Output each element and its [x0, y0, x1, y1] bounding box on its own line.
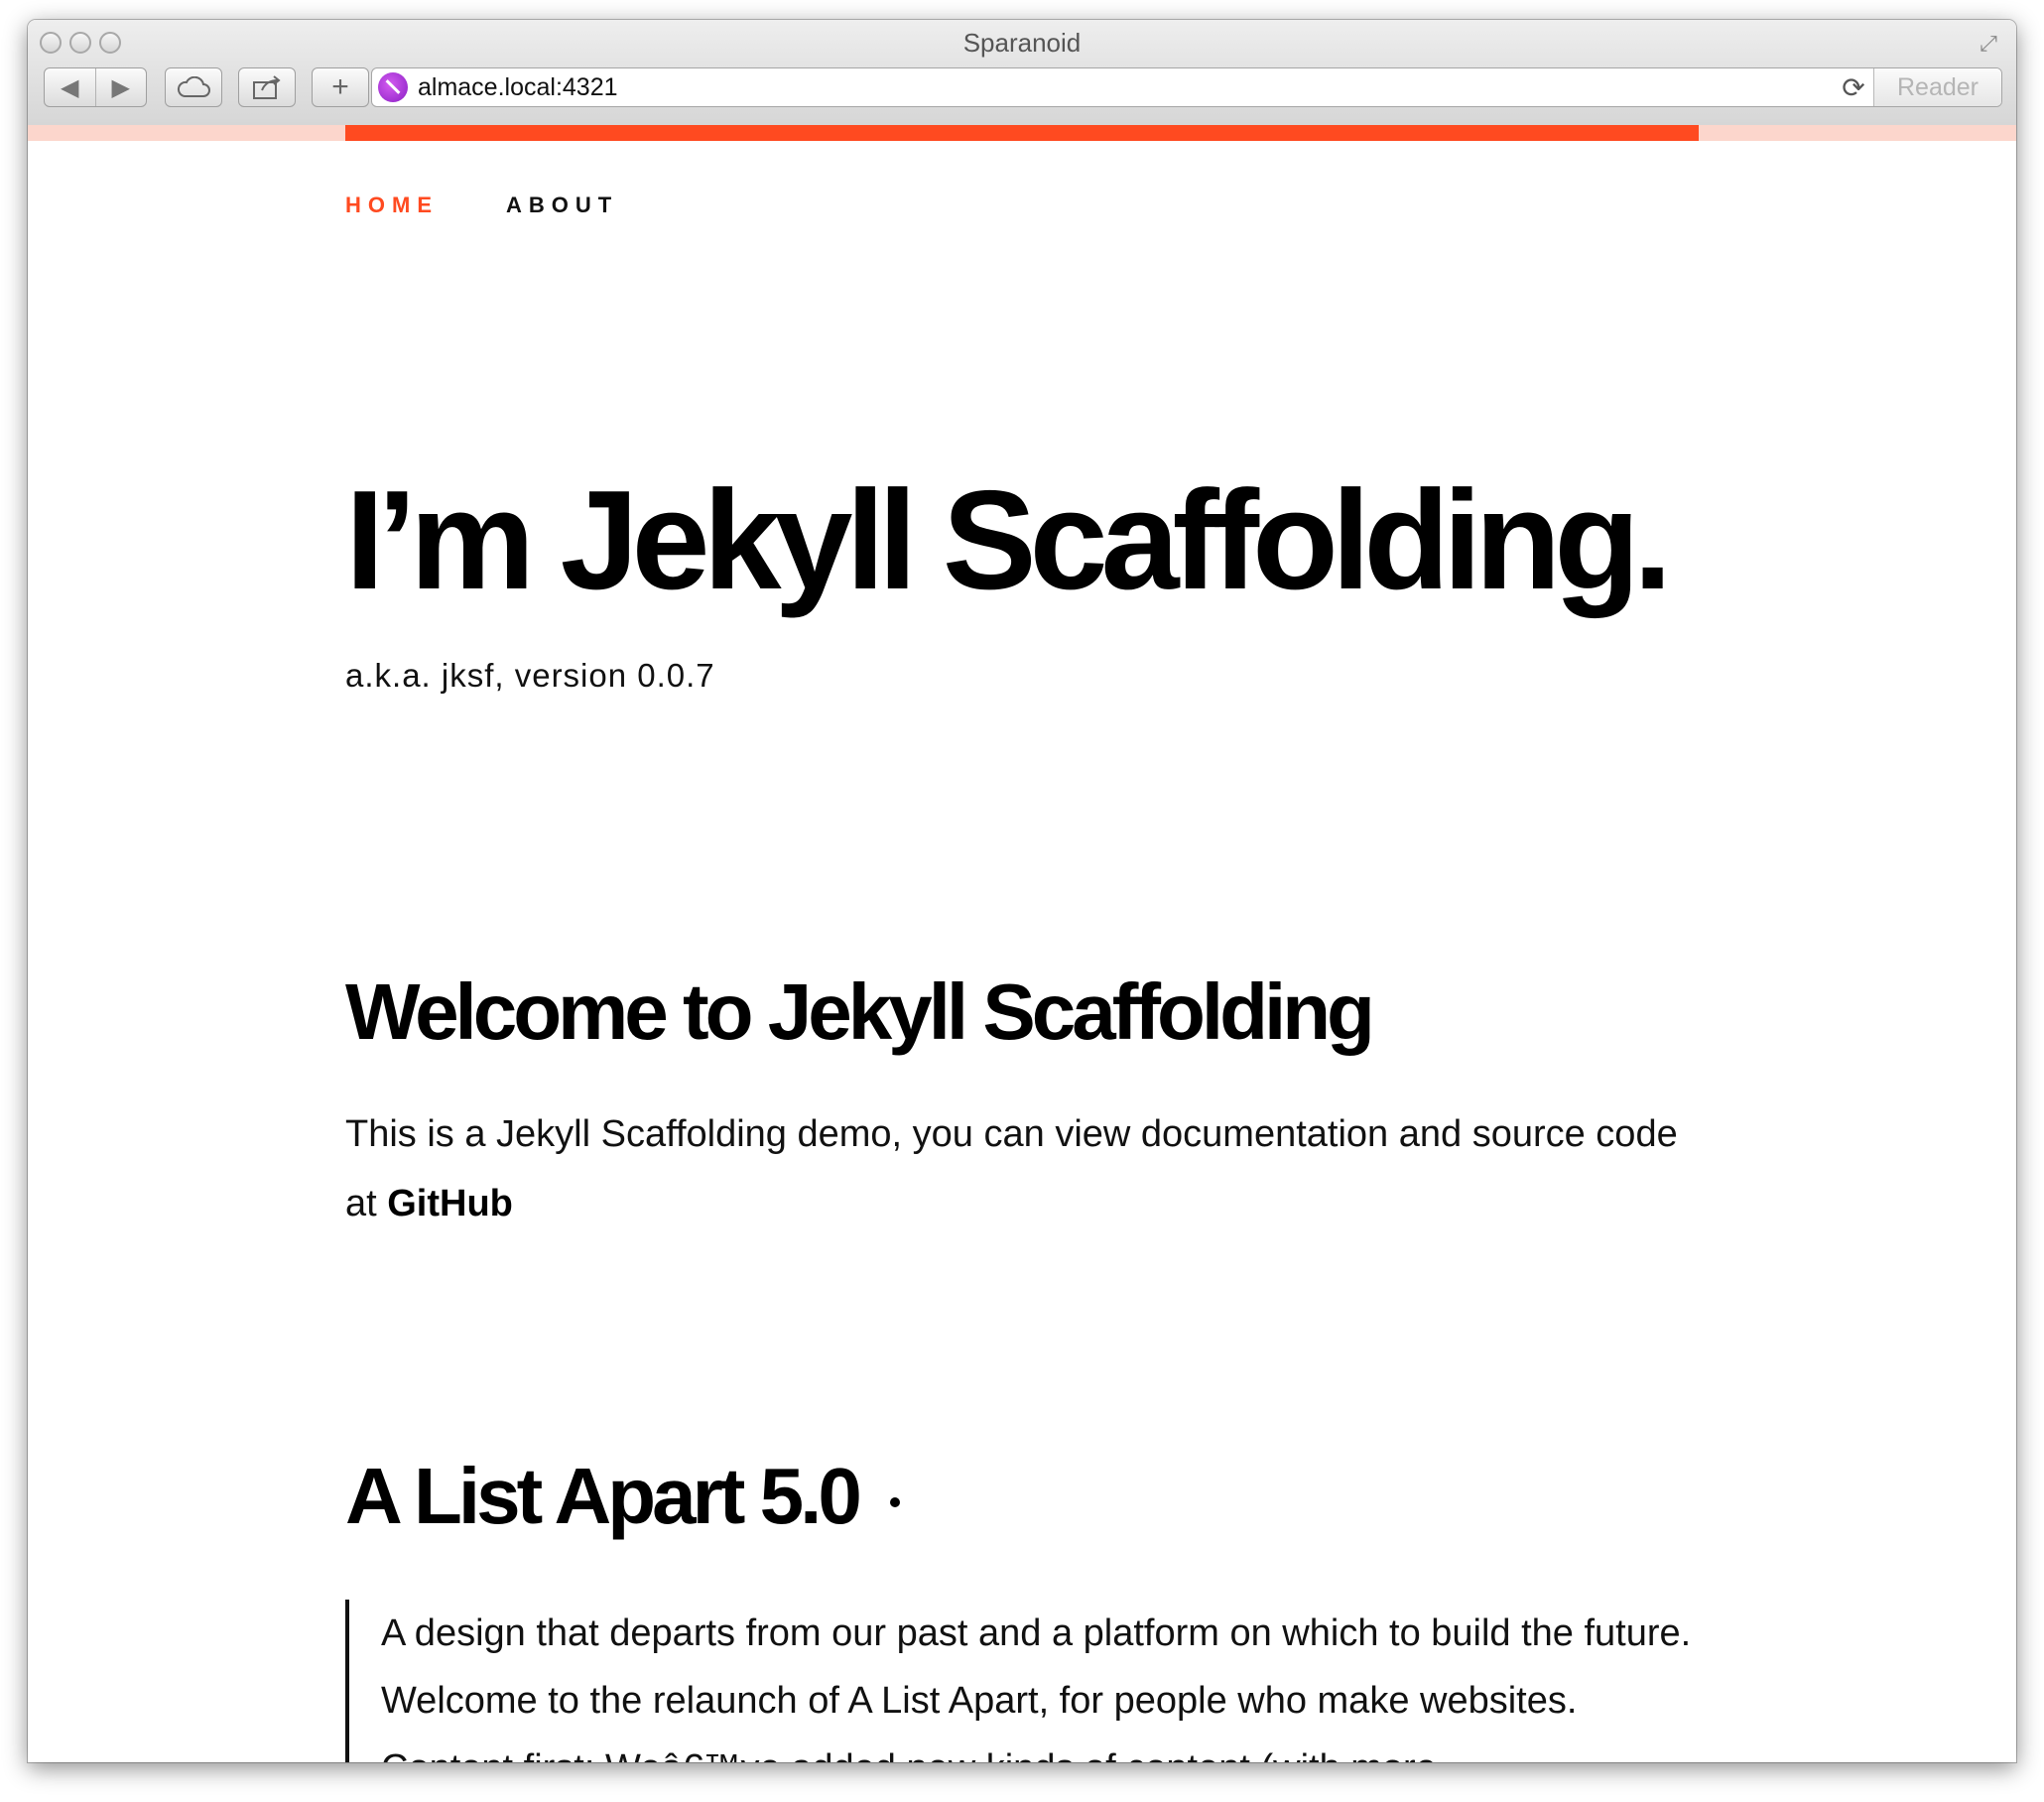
welcome-text: This is a Jekyll Scaffolding demo, you c… — [345, 1113, 1678, 1224]
site-title: I’m Jekyll Scaffolding. — [345, 461, 1672, 619]
post-title-link[interactable]: A List Apart 5.0 — [345, 1452, 862, 1540]
nav-home-link[interactable]: HOME — [345, 193, 439, 218]
welcome-paragraph: This is a Jekyll Scaffolding demo, you c… — [345, 1099, 1695, 1238]
back-button[interactable]: ◀ — [45, 68, 96, 106]
page-load-progress-bar — [345, 125, 1699, 141]
site-favicon — [378, 72, 408, 102]
site-subtitle: a.k.a. jksf, version 0.0.7 — [345, 657, 715, 694]
site-nav: HOME ABOUT — [345, 193, 618, 218]
reload-icon: ⟳ — [1842, 71, 1865, 103]
cloud-icon — [177, 76, 210, 97]
forward-arrow-icon: ▶ — [111, 73, 130, 101]
post-excerpt-blockquote: A design that departs from our past and … — [345, 1600, 1711, 1762]
share-button[interactable] — [238, 67, 296, 107]
new-tab-button[interactable]: + — [312, 67, 369, 107]
forward-button[interactable]: ▶ — [96, 68, 147, 106]
share-icon — [253, 75, 281, 99]
plus-icon: + — [331, 70, 349, 103]
reader-button[interactable]: Reader — [1874, 68, 2001, 106]
icloud-tabs-button[interactable] — [165, 67, 222, 107]
github-link[interactable]: GitHub — [387, 1183, 513, 1224]
welcome-heading: Welcome to Jekyll Scaffolding — [345, 967, 1375, 1056]
browser-toolbar: Sparanoid ⤢ ◀ ▶ + almace.local:4321 ⟳ Re… — [28, 20, 2016, 126]
address-bar[interactable]: almace.local:4321 ⟳ Reader — [371, 67, 2002, 107]
fullscreen-icon[interactable]: ⤢ — [1975, 30, 2002, 58]
back-forward-buttons: ◀ ▶ — [44, 67, 147, 107]
bullet-dot-icon — [889, 1496, 900, 1507]
url-text[interactable]: almace.local:4321 — [418, 73, 1834, 102]
nav-about-link[interactable]: ABOUT — [506, 193, 618, 218]
window-title: Sparanoid — [962, 28, 1082, 58]
back-arrow-icon: ◀ — [61, 73, 79, 101]
reload-button[interactable]: ⟳ — [1834, 68, 1874, 106]
post-title: A List Apart 5.0 — [345, 1457, 900, 1536]
browser-window: Sparanoid ⤢ ◀ ▶ + almace.local:4321 ⟳ Re… — [28, 20, 2016, 1762]
